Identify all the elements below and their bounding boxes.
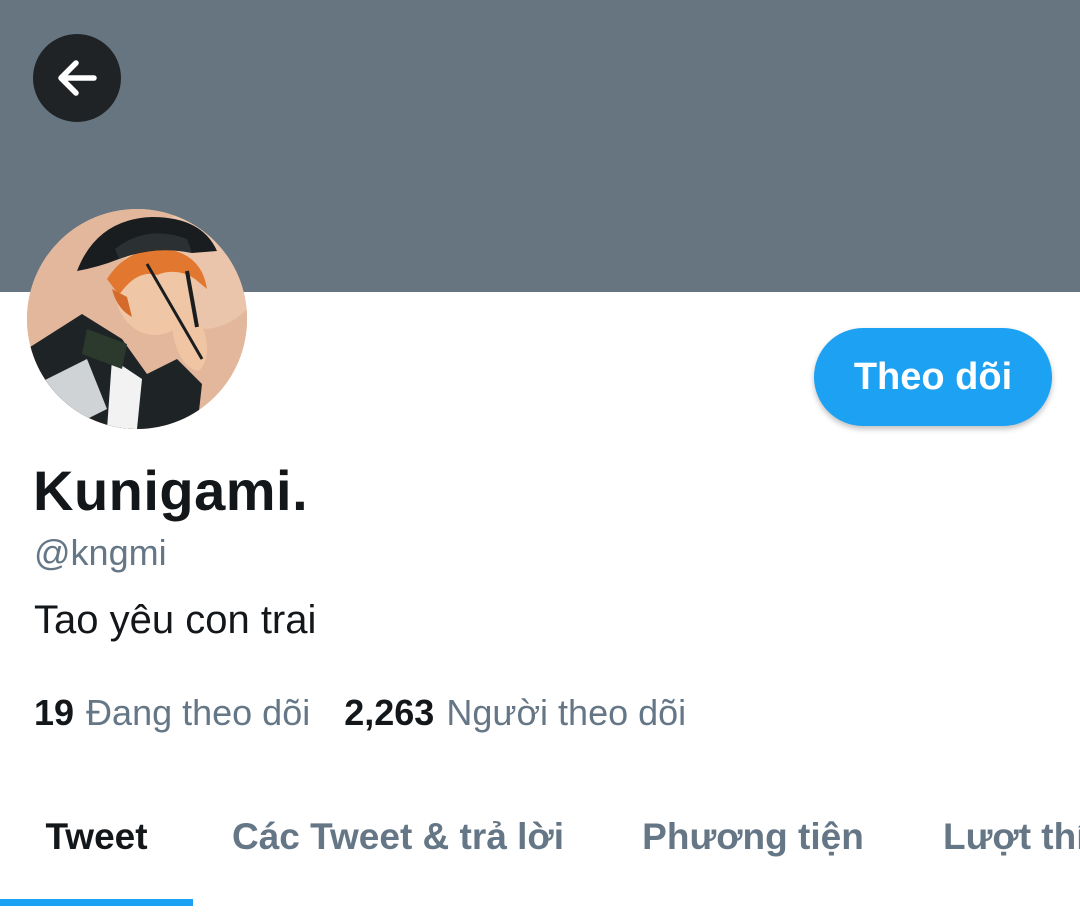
tab-label: Phương tiện [642, 816, 864, 857]
arrow-left-icon [58, 60, 97, 96]
profile-tabs: Tweet Các Tweet & trả lời Phương tiện Lư… [0, 790, 1080, 912]
back-button[interactable] [33, 34, 121, 122]
active-tab-indicator [0, 899, 193, 906]
tab-label: Lượt thích [943, 816, 1080, 857]
profile-handle: @kngmi [34, 532, 167, 573]
tab-tweets-and-replies[interactable]: Các Tweet & trả lời [193, 790, 603, 912]
tab-tweets[interactable]: Tweet [0, 790, 193, 912]
followers-label: Người theo dõi [446, 692, 687, 733]
tab-likes[interactable]: Lượt thích [903, 790, 1080, 912]
follow-button[interactable]: Theo dõi [814, 328, 1052, 426]
display-name: Kunigami. [33, 459, 309, 522]
tab-media[interactable]: Phương tiện [603, 790, 903, 912]
following-count[interactable]: 19 Đang theo dõi [34, 692, 310, 734]
following-label: Đang theo dõi [86, 692, 311, 733]
tab-label: Tweet [45, 816, 148, 857]
profile-page: Theo dõi Kunigami. @kngmi Tao yêu con tr… [0, 0, 1080, 912]
avatar[interactable] [27, 209, 247, 429]
profile-stats: 19 Đang theo dõi 2,263 Người theo dõi [34, 692, 720, 734]
followers-count[interactable]: 2,263 Người theo dõi [344, 692, 686, 734]
following-number: 19 [34, 692, 75, 733]
followers-number: 2,263 [344, 692, 435, 733]
avatar-image [27, 209, 247, 429]
tab-label: Các Tweet & trả lời [232, 816, 564, 857]
profile-bio: Tao yêu con trai [34, 598, 317, 642]
